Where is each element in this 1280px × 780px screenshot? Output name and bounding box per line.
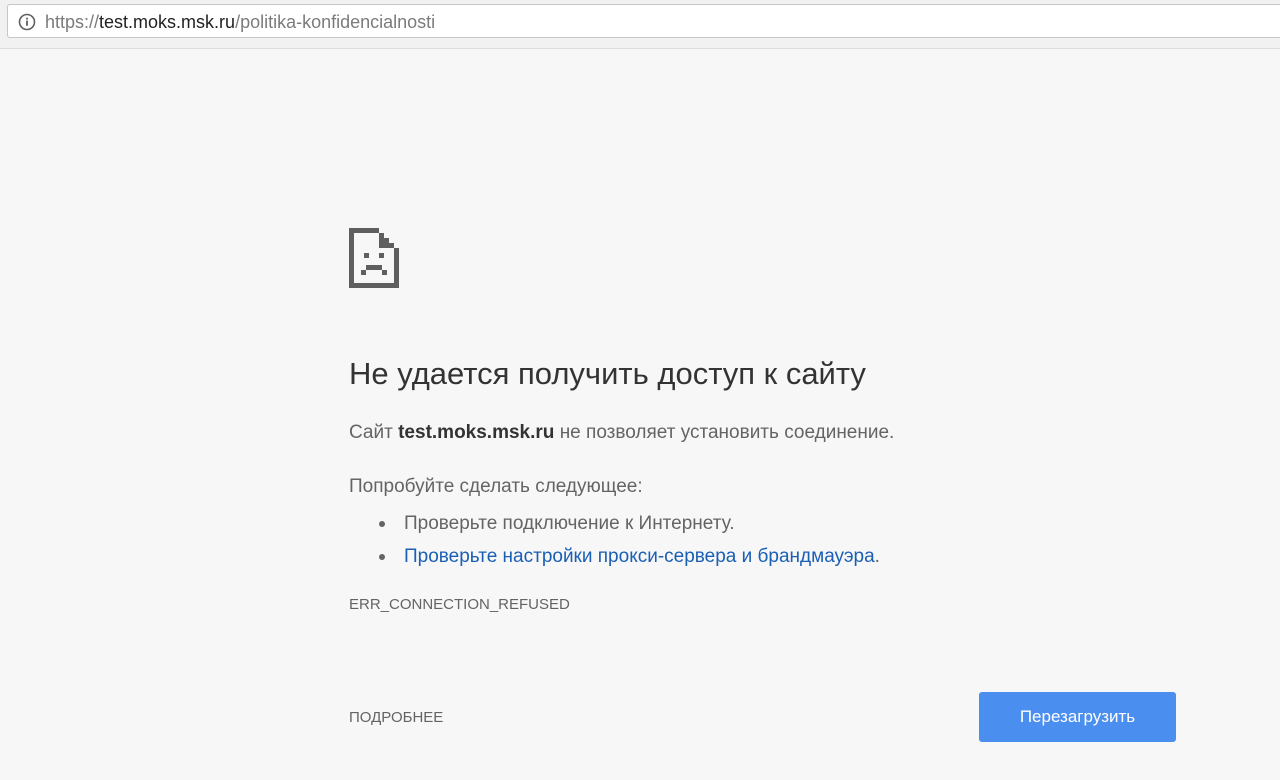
- suggestion-text: Проверьте подключение к Интернету.: [404, 513, 735, 534]
- suggestions-heading: Попробуйте сделать следующее:: [349, 476, 643, 497]
- url-host: test.moks.msk.ru: [99, 12, 236, 32]
- info-icon[interactable]: [18, 13, 36, 31]
- error-title: Не удается получить доступ к сайту: [349, 356, 866, 391]
- bullet-icon: [379, 521, 385, 527]
- suggestions-list: Проверьте подключение к Интернету. Прове…: [379, 507, 880, 573]
- url-path: /politika-konfidencialnosti: [235, 12, 436, 32]
- reload-button[interactable]: Перезагрузить: [979, 692, 1176, 742]
- error-description: Сайт test.moks.msk.ru не позволяет устан…: [349, 421, 894, 445]
- list-item: Проверьте подключение к Интернету.: [379, 507, 880, 540]
- details-button[interactable]: ПОДРОБНЕЕ: [349, 708, 443, 728]
- desc-host: test.moks.msk.ru: [398, 422, 555, 443]
- desc-prefix: Сайт: [349, 422, 393, 443]
- address-bar[interactable]: https://test.moks.msk.ru/politika-konfid…: [7, 4, 1280, 38]
- address-url[interactable]: https://test.moks.msk.ru/politika-konfid…: [45, 12, 435, 32]
- list-item: Проверьте настройки прокси-сервера и бра…: [379, 540, 880, 573]
- error-code: ERR_CONNECTION_REFUSED: [349, 596, 570, 613]
- url-scheme: https://: [45, 12, 100, 32]
- sad-document-icon: [349, 228, 399, 288]
- bullet-icon: [379, 554, 385, 560]
- browser-toolbar: https://test.moks.msk.ru/politika-konfid…: [0, 0, 1280, 49]
- proxy-settings-link[interactable]: Проверьте настройки прокси-сервера и бра…: [404, 546, 875, 567]
- suggestion-period: .: [874, 546, 880, 567]
- desc-suffix: не позволяет установить соединение.: [559, 422, 895, 443]
